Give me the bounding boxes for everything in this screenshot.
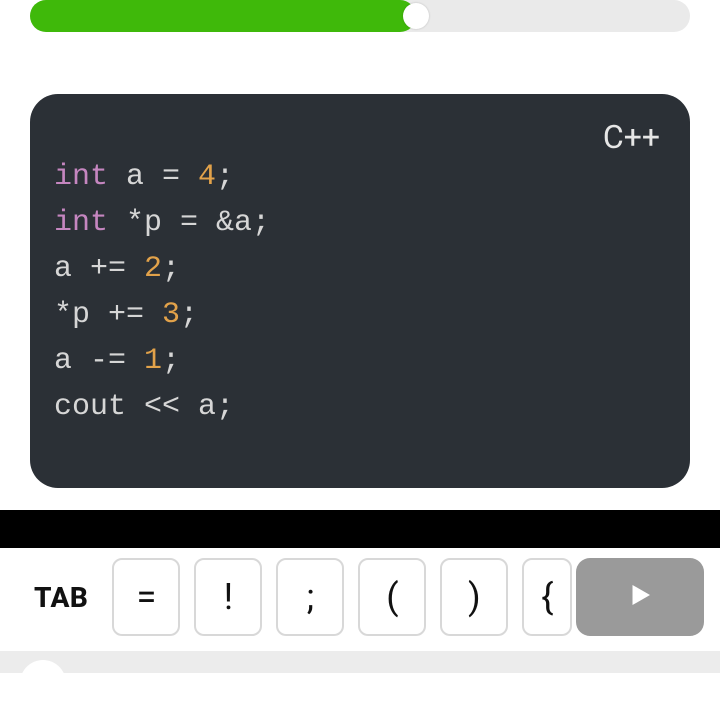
key-semicolon[interactable]: ; bbox=[276, 558, 344, 636]
progress-thumb[interactable] bbox=[403, 3, 429, 29]
bottom-strip bbox=[0, 651, 720, 673]
progress-track bbox=[30, 0, 690, 32]
run-button[interactable] bbox=[576, 558, 704, 636]
play-icon bbox=[625, 580, 655, 614]
tab-key[interactable]: TAB bbox=[34, 581, 88, 614]
key-lbrace[interactable]: { bbox=[522, 558, 572, 636]
code-card: C++ int a = 4; int *p = &a; a += 2; *p +… bbox=[30, 94, 690, 488]
divider-bar bbox=[0, 510, 720, 548]
bottom-circle bbox=[20, 660, 66, 706]
key-rparen[interactable]: ) bbox=[440, 558, 508, 636]
progress-fill bbox=[30, 0, 416, 32]
key-equals[interactable]: = bbox=[112, 558, 180, 636]
code-block: int a = 4; int *p = &a; a += 2; *p += 3;… bbox=[54, 154, 666, 430]
code-language-label: C++ bbox=[603, 118, 660, 156]
key-exclaim[interactable]: ! bbox=[194, 558, 262, 636]
progress-bar[interactable] bbox=[30, 0, 690, 32]
key-lparen[interactable]: ( bbox=[358, 558, 426, 636]
